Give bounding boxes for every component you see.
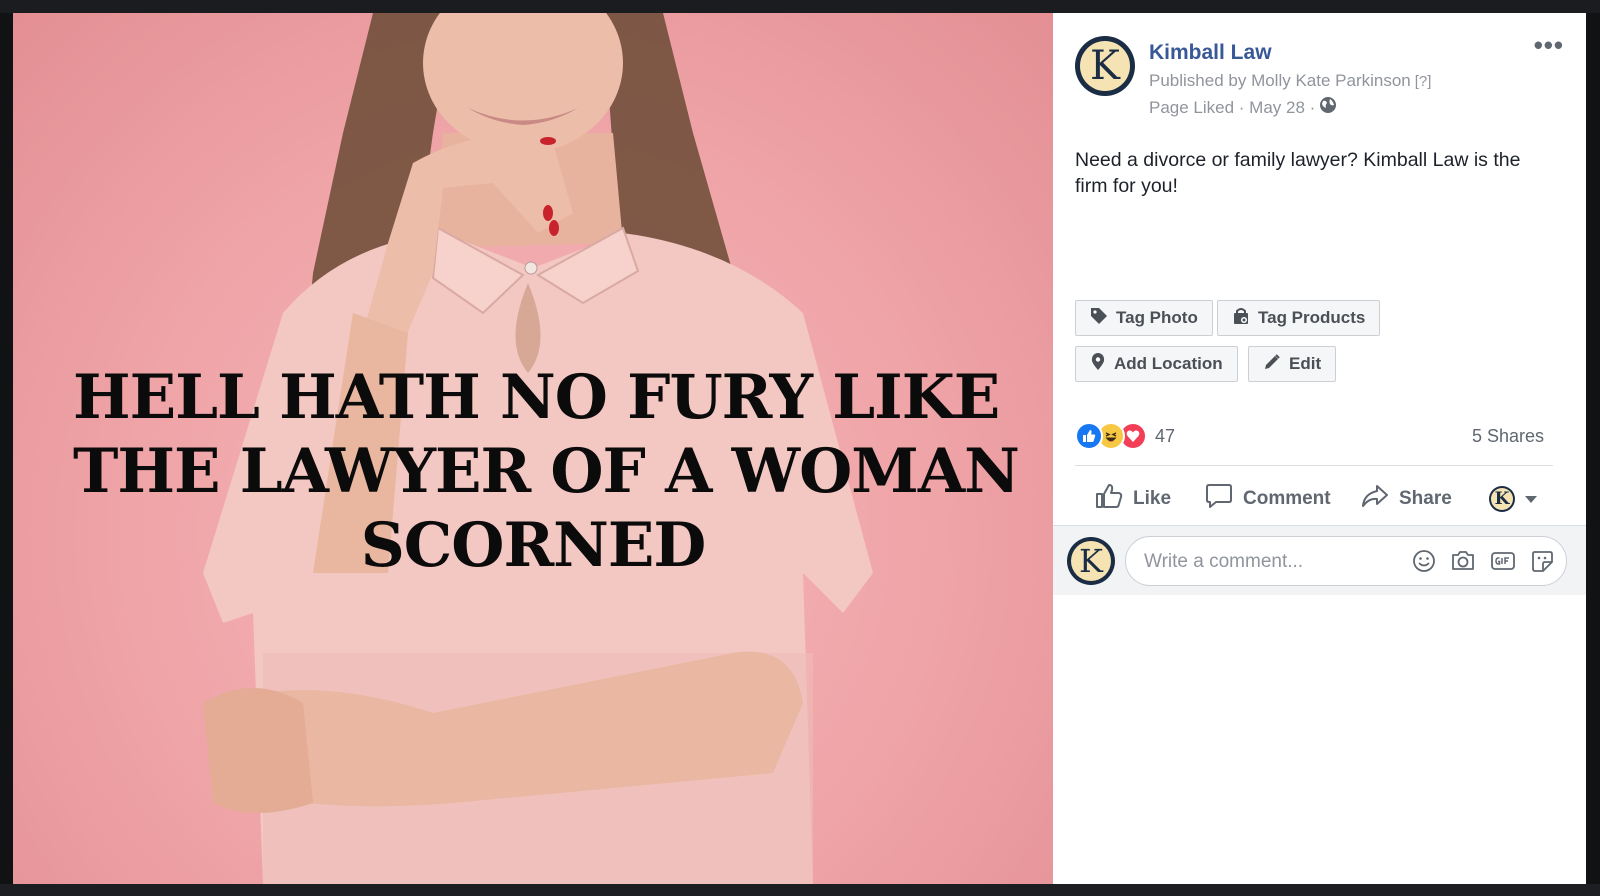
like-reaction-icon (1075, 422, 1103, 450)
tag-photo-label: Tag Photo (1116, 308, 1198, 327)
post-sidebar: K Kimball Law Published by Molly Kate Pa… (1053, 13, 1586, 884)
location-pin-icon (1090, 352, 1106, 376)
comment-composer: K Write a comment... (1053, 525, 1586, 595)
post-photo[interactable]: HELL HATH NO FURY LIKE THE LAWYER OF A W… (13, 13, 1053, 884)
commenter-logo: K (1071, 541, 1111, 581)
add-location-label: Add Location (1114, 354, 1223, 373)
comment-tools (1412, 549, 1554, 573)
published-by-text[interactable]: Published by Molly Kate Parkinson (1149, 71, 1411, 90)
headline-line-2: THE LAWYER OF A WOMAN (73, 436, 1020, 507)
background-page-top (0, 0, 1600, 13)
headline-line-3: SCORNED (360, 510, 707, 581)
comment-icon (1205, 483, 1233, 515)
post-meta: Page Liked · May 28 · (1149, 96, 1337, 119)
photo-headline: HELL HATH NO FURY LIKE THE LAWYER OF A W… (73, 361, 1020, 583)
like-button[interactable]: Like (1095, 481, 1171, 517)
add-location-button[interactable]: Add Location (1075, 346, 1238, 382)
background-page-bottom (0, 884, 1600, 896)
comment-input[interactable]: Write a comment... (1125, 536, 1567, 586)
comment-button[interactable]: Comment (1205, 481, 1331, 517)
caret-down-icon (1525, 488, 1537, 510)
post-as-avatar: K (1489, 486, 1515, 512)
avatar-logo: K (1080, 41, 1130, 91)
tag-products-button[interactable]: Tag Products (1217, 300, 1381, 336)
camera-icon[interactable] (1450, 549, 1476, 573)
reaction-count: 47 (1155, 425, 1176, 446)
share-icon (1361, 483, 1389, 515)
published-by: Published by Molly Kate Parkinson [?] (1149, 71, 1431, 91)
published-help-link[interactable]: [?] (1415, 73, 1432, 90)
sticker-icon[interactable] (1530, 549, 1554, 573)
commenter-avatar[interactable]: K (1067, 537, 1115, 585)
shopping-bag-icon (1232, 307, 1250, 330)
edit-button[interactable]: Edit (1248, 346, 1337, 382)
tag-photo-button[interactable]: Tag Photo (1075, 300, 1213, 336)
post-as-logo: K (1491, 488, 1513, 510)
headline-line-1: HELL HATH NO FURY LIKE (73, 362, 1000, 433)
thumbs-up-icon (1095, 483, 1123, 515)
page-name-link[interactable]: Kimball Law (1149, 41, 1272, 65)
page-avatar[interactable]: K (1075, 36, 1135, 96)
more-options-button[interactable]: ••• (1534, 32, 1564, 58)
divider (1075, 465, 1553, 466)
globe-icon[interactable] (1319, 96, 1337, 119)
tag-products-label: Tag Products (1258, 308, 1366, 327)
share-label: Share (1399, 488, 1452, 509)
emoji-icon[interactable] (1412, 549, 1436, 573)
reactions-summary[interactable]: 47 (1075, 421, 1175, 451)
like-label: Like (1133, 488, 1172, 509)
tag-icon (1090, 307, 1108, 330)
comment-placeholder: Write a comment... (1144, 551, 1304, 572)
post-caption: Need a divorce or family lawyer? Kimball… (1075, 149, 1521, 197)
pencil-icon (1263, 353, 1281, 376)
gif-icon[interactable] (1490, 549, 1516, 573)
photo-theater: HELL HATH NO FURY LIKE THE LAWYER OF A W… (13, 13, 1586, 884)
share-button[interactable]: Share (1361, 481, 1452, 517)
edit-label: Edit (1289, 354, 1322, 373)
post-meta-text[interactable]: Page Liked · May 28 · (1149, 98, 1315, 118)
post-as-selector[interactable]: K (1489, 481, 1537, 517)
shares-count-link[interactable]: 5 Shares (1472, 426, 1544, 447)
comment-label: Comment (1243, 488, 1331, 509)
